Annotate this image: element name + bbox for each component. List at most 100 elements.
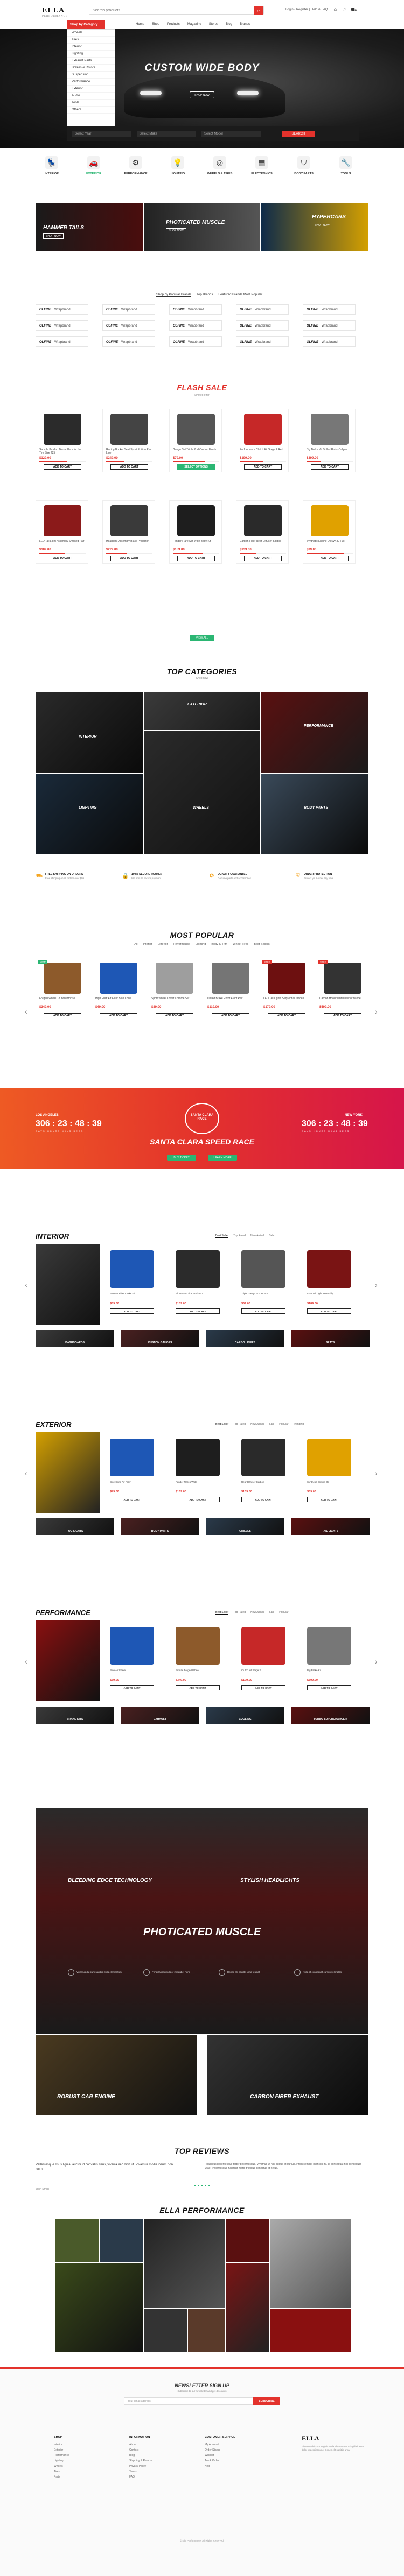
gallery-image[interactable] [144,2219,225,2308]
add-to-cart-button[interactable]: ADD TO CART [307,1685,351,1690]
block-tab[interactable]: Popular [279,1611,288,1614]
collage-exhaust[interactable]: CARBON FIBER EXHAUST [207,2035,368,2115]
category-icon-item[interactable]: ◎ WHEELS & TIRES [204,156,236,175]
product-name[interactable]: Bronze Forged Wheel [176,1669,222,1672]
brand-cell[interactable]: OLFINE Wrapbrand [303,304,356,315]
side-menu-item[interactable]: Brakes & Rotors [67,65,115,72]
product-image[interactable] [244,414,282,445]
footer-link[interactable]: Contact [129,2447,152,2453]
footer-link[interactable]: Tires [54,2469,69,2474]
product-card[interactable]: LED Tail Lights Sequential Smoke $179.00 A… [260,958,312,1021]
product-image[interactable] [311,414,349,445]
footer-link[interactable]: Performance [54,2453,69,2458]
footer-link[interactable]: Wishlist [205,2453,235,2458]
year-select[interactable]: Select Year [72,131,131,137]
category-tile-body-parts[interactable]: BODY PARTS [261,774,368,854]
category-tile-lighting[interactable]: LIGHTING [36,774,143,854]
brand-tab[interactable]: Shop by Popular Brands [156,293,192,297]
product-card[interactable]: Sport Wheel Cover Chrome Set $89.00 ADD TO… [148,958,200,1021]
product-card[interactable]: All Season Tire 225/45R17 $139.00 ADD TO C… [171,1244,224,1325]
prev-arrow-icon[interactable]: ‹ [25,1657,27,1666]
add-to-cart-button[interactable]: ADD TO CART [110,1685,154,1690]
product-card[interactable]: Big Brake Kit Drilled Rotor Caliper $399.… [303,409,356,472]
category-icon-item[interactable]: 💡 LIGHTING [162,156,194,175]
category-button[interactable]: Shop by Category [67,20,105,29]
block-tab[interactable]: New Arrival [250,1423,264,1426]
add-to-cart-button[interactable]: ADD TO CART [241,1497,285,1502]
product-name[interactable]: Performance Clutch Kit Stage 2 Red [240,448,286,451]
brand-cell[interactable]: OLFINE Wrapbrand [236,304,289,315]
product-name[interactable]: LED Tail Light Assembly Smoked Pair [39,540,86,543]
footer-link[interactable]: Blog [129,2453,152,2458]
product-card[interactable]: Fender Flares Wide $159.00 ADD TO CART [171,1432,224,1513]
product-image[interactable] [241,1439,285,1476]
product-card[interactable]: Forged Wheel 18 inch Bronze $349.00 ADD TO… [36,958,88,1021]
product-image[interactable] [212,963,249,994]
product-name[interactable]: Blue Air Intake [110,1669,156,1672]
site-logo[interactable]: ELLA PERFORMANCE [42,6,68,18]
subcategory-tile[interactable]: TURBO SUPERCHARGER [291,1707,370,1724]
product-image[interactable] [44,963,81,994]
search-icon[interactable]: ⌕ [254,6,263,15]
brand-cell[interactable]: OLFINE Wrapbrand [102,336,155,347]
account-links[interactable]: Login / Register | Help & FAQ [285,8,328,11]
product-image[interactable] [176,1627,220,1665]
block-tab[interactable]: Top Rated [233,1234,246,1237]
product-image[interactable] [176,1250,220,1288]
product-card[interactable]: Bronze Forged Wheel $349.00 ADD TO CART [171,1620,224,1701]
product-card[interactable]: Fender Flare Set Wide Body Kit $159.00 ADD… [169,500,222,564]
footer-link[interactable]: Track Order [205,2458,235,2464]
product-image[interactable] [324,963,361,994]
side-menu-item[interactable]: Lighting [67,51,115,58]
next-arrow-icon[interactable]: › [375,1469,378,1477]
next-arrow-icon[interactable]: › [375,1007,378,1016]
add-to-cart-button[interactable]: ADD TO CART [44,1013,81,1018]
product-card[interactable]: Headlight Assembly Black Projector $229.0… [102,500,155,564]
product-image[interactable] [307,1439,351,1476]
heart-icon[interactable]: ♡ [342,7,346,12]
gallery-image[interactable] [55,2219,99,2262]
nav-link[interactable]: Products [167,23,180,26]
add-to-cart-button[interactable]: ADD TO CART [244,464,282,470]
product-card[interactable]: Gauge Set Triple Pod Carbon Finish $79.00… [169,409,222,472]
add-to-cart-button[interactable]: ADD TO CART [110,556,148,561]
next-arrow-icon[interactable]: › [375,1280,378,1289]
product-name[interactable]: Sample Product Name Here for the Tire Si… [39,448,86,455]
block-tab[interactable]: Top Rated [233,1423,246,1426]
popular-tab[interactable]: Interior [143,943,152,946]
add-to-cart-button[interactable]: SELECT OPTIONS [177,464,215,470]
product-image[interactable] [44,414,81,445]
product-image[interactable] [110,505,148,536]
add-to-cart-button[interactable]: ADD TO CART [241,1685,285,1690]
block-tab[interactable]: Sale [269,1611,274,1614]
footer-link[interactable]: About [129,2442,152,2447]
add-to-cart-button[interactable]: ADD TO CART [110,464,148,470]
product-image[interactable] [110,1439,154,1476]
brand-cell[interactable]: OLFINE Wrapbrand [236,320,289,331]
brand-cell[interactable]: OLFINE Wrapbrand [102,320,155,331]
add-to-cart-button[interactable]: ADD TO CART [311,556,349,561]
brand-tab[interactable]: Top Brands [197,293,213,296]
product-name[interactable]: Sport Wheel Cover Chrome Set [151,997,198,1000]
footer-link[interactable]: Help [205,2464,235,2469]
add-to-cart-button[interactable]: ADD TO CART [307,1308,351,1314]
newsletter-email-input[interactable]: Your email address [124,2397,253,2405]
product-card[interactable]: Synthetic Engine Oil $39.00 ADD TO CART [303,1432,356,1513]
add-to-cart-button[interactable]: ADD TO CART [100,1013,137,1018]
gallery-image[interactable] [55,2263,143,2352]
product-card[interactable]: Carbon Fiber Rear Diffuser Splitter $139.… [236,500,289,564]
product-name[interactable]: Carbon Fiber Rear Diffuser Splitter [240,540,286,543]
add-to-cart-button[interactable]: ADD TO CART [110,1497,154,1502]
product-image[interactable] [110,1627,154,1665]
side-menu-item[interactable]: Wheels [67,30,115,37]
product-card[interactable]: High Flow Air Filter Blue Cone $49.00 ADD … [92,958,144,1021]
popular-tab[interactable]: Performance [173,943,191,946]
side-menu-item[interactable]: Exhaust Parts [67,58,115,65]
product-name[interactable]: Clutch Kit Stage 2 [241,1669,288,1672]
add-to-cart-button[interactable]: ADD TO CART [176,1497,220,1502]
product-name[interactable]: Blue Air Filter Intake Kit [110,1292,156,1296]
subcategory-tile[interactable]: FOG LIGHTS [36,1518,114,1535]
footer-link[interactable]: Order Status [205,2447,235,2453]
brand-cell[interactable]: OLFINE Wrapbrand [169,336,222,347]
subcategory-tile[interactable]: EXHAUST [121,1707,199,1724]
